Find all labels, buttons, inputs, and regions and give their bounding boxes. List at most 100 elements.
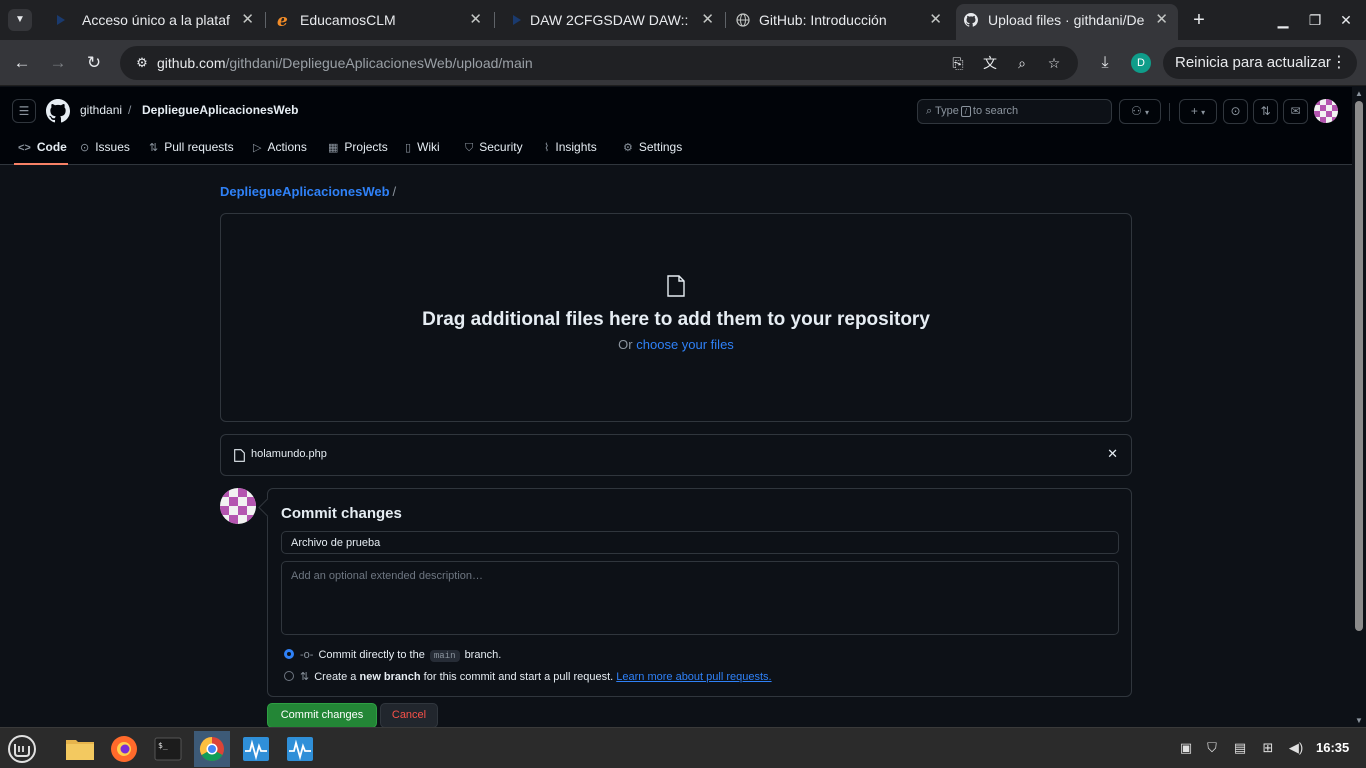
- gear-icon: ⚙: [623, 142, 633, 154]
- profile-avatar[interactable]: D: [1131, 53, 1151, 73]
- learn-more-link[interactable]: Learn more about pull requests.: [616, 671, 771, 683]
- search-input[interactable]: ⌕ Type / to search: [917, 99, 1112, 124]
- remove-file-icon[interactable]: ✕: [1107, 446, 1118, 462]
- tab-issues[interactable]: ⊙ Issues: [80, 135, 130, 165]
- copilot-button[interactable]: ⚇ ▾: [1119, 99, 1161, 124]
- close-icon[interactable]: ✕: [701, 4, 714, 36]
- inbox-icon[interactable]: ✉: [1283, 99, 1308, 124]
- zoom-icon[interactable]: ⌕: [1013, 54, 1031, 72]
- divider: [1169, 103, 1170, 121]
- tab-pull-requests[interactable]: ⇅ Pull requests: [149, 135, 234, 165]
- commit-direct-option[interactable]: -o- Commit directly to the main branch.: [284, 649, 502, 662]
- close-icon[interactable]: ✕: [929, 4, 942, 36]
- choose-files-link[interactable]: choose your files: [636, 337, 734, 352]
- commit-title: Commit changes: [281, 505, 402, 522]
- close-icon[interactable]: ✕: [1155, 4, 1168, 36]
- terminal-icon[interactable]: $_: [150, 731, 186, 767]
- scroll-thumb[interactable]: [1355, 101, 1363, 631]
- globe-icon: [736, 13, 750, 27]
- option-text: Commit directly to the: [318, 649, 425, 661]
- network-icon[interactable]: ⊞: [1260, 740, 1276, 756]
- browser-tab-2[interactable]: e EducamosCLM ✕: [266, 4, 492, 36]
- browser-tab-5[interactable]: Upload files · githdani/DepliegueAplicac…: [956, 4, 1178, 40]
- page-scrollbar[interactable]: ▲ ▼: [1352, 87, 1366, 727]
- tab-search-button[interactable]: ▼: [8, 9, 32, 31]
- radio-unselected[interactable]: [284, 671, 294, 682]
- close-icon[interactable]: ✕: [241, 4, 254, 36]
- user-avatar[interactable]: [1314, 99, 1338, 123]
- chrome-icon[interactable]: [194, 731, 230, 767]
- drop-zone-title: Drag additional files here to add them t…: [422, 309, 930, 330]
- issue-icon: ⊙: [80, 142, 90, 154]
- volume-icon[interactable]: ◀): [1288, 740, 1304, 756]
- notes-icon[interactable]: ▤: [1232, 740, 1248, 756]
- graph-icon: ⌇: [544, 142, 550, 154]
- tab-security[interactable]: ⛉ Security: [465, 135, 523, 165]
- back-arrow-icon[interactable]: ←: [9, 50, 35, 76]
- firefox-icon[interactable]: [106, 731, 142, 767]
- more-menu-icon[interactable]: ⋮: [1331, 47, 1347, 79]
- tab-label: Security: [479, 140, 523, 154]
- breadcrumb-repo-link[interactable]: DepliegueAplicacionesWeb: [220, 184, 390, 199]
- tab-title: GitHub: Introducción: [759, 12, 887, 28]
- tab-projects[interactable]: ▦ Projects: [328, 135, 388, 165]
- translate-icon[interactable]: 文: [981, 54, 999, 72]
- reload-icon[interactable]: ↻: [81, 50, 107, 76]
- create-new-button[interactable]: + ▾: [1179, 99, 1217, 124]
- new-branch-option[interactable]: ⇅ Create a new branch for this commit and…: [284, 670, 772, 683]
- svg-text:e: e: [277, 11, 288, 29]
- bookmark-star-icon[interactable]: ☆: [1045, 54, 1063, 72]
- tab-code[interactable]: <> Code: [14, 135, 68, 165]
- pull-requests-icon[interactable]: ⇅: [1253, 99, 1278, 124]
- hamburger-menu-icon[interactable]: ☰: [12, 99, 36, 123]
- address-bar[interactable]: ⚙ github.com/githdani/DepliegueAplicacio…: [120, 46, 1078, 80]
- github-logo-icon[interactable]: [46, 99, 70, 123]
- minimize-icon[interactable]: ▁: [1271, 8, 1295, 32]
- repo-link[interactable]: DepliegueAplicacionesWeb: [142, 103, 299, 117]
- commit-changes-button[interactable]: Commit changes: [267, 703, 377, 728]
- tab-label: Pull requests: [164, 140, 234, 154]
- browser-tab-3[interactable]: DAW 2CFGSDAW DAW:: GitHub ✕: [496, 4, 724, 36]
- table-icon: ▦: [328, 142, 339, 154]
- tab-title: Upload files · githdani/DepliegueAplicac…: [988, 12, 1144, 28]
- chevron-down-icon: ▾: [1145, 108, 1150, 117]
- search-icon: ⌕: [926, 105, 933, 117]
- search-placeholder: to search: [972, 105, 1019, 117]
- close-icon[interactable]: ✕: [469, 4, 482, 36]
- site-info-icon[interactable]: ⚙: [134, 55, 150, 71]
- system-monitor-icon[interactable]: [238, 731, 274, 767]
- new-tab-button[interactable]: +: [1186, 8, 1212, 32]
- radio-selected[interactable]: [284, 649, 294, 660]
- download-icon[interactable]: ⤓: [1093, 50, 1117, 76]
- forward-arrow-icon[interactable]: →: [45, 50, 71, 76]
- file-manager-icon[interactable]: [62, 731, 98, 767]
- tab-insights[interactable]: ⌇ Insights: [544, 135, 597, 165]
- url-text[interactable]: github.com/githdani/DepliegueAplicacione…: [157, 46, 533, 80]
- tab-actions[interactable]: ▷ Actions: [253, 135, 307, 165]
- restart-to-update-button[interactable]: Reinicia para actualizar ⋮: [1163, 47, 1357, 79]
- cancel-button[interactable]: Cancel: [380, 703, 438, 728]
- commit-description-field[interactable]: [281, 561, 1119, 635]
- owner-link[interactable]: githdani: [80, 103, 122, 117]
- scroll-up-icon[interactable]: ▲: [1355, 89, 1363, 98]
- option-text: branch.: [464, 649, 502, 661]
- browser-tab-1[interactable]: Acceso único a la plataforma ✕: [40, 4, 264, 36]
- install-app-icon[interactable]: ⎘: [949, 54, 967, 72]
- browser-tab-4[interactable]: GitHub: Introducción ✕: [726, 4, 952, 36]
- tab-label: Code: [36, 140, 67, 154]
- clipboard-icon[interactable]: ▣: [1178, 740, 1194, 756]
- search-shortcut-key: /: [960, 105, 971, 117]
- window-close-icon[interactable]: ✕: [1334, 8, 1358, 32]
- os-taskbar: $_ ▣ ⛉ ▤ ⊞ ◀) 16:35: [0, 727, 1366, 768]
- system-monitor-icon-2[interactable]: [282, 731, 318, 767]
- clock[interactable]: 16:35: [1316, 740, 1349, 755]
- maximize-icon[interactable]: ❐: [1303, 8, 1327, 32]
- commit-summary-input[interactable]: [281, 531, 1119, 554]
- tab-wiki[interactable]: ▯ Wiki: [405, 135, 440, 165]
- shield-tray-icon[interactable]: ⛉: [1204, 740, 1220, 756]
- tab-settings[interactable]: ⚙ Settings: [623, 135, 682, 165]
- issues-icon[interactable]: ⊙: [1223, 99, 1248, 124]
- file-drop-zone[interactable]: Drag additional files here to add them t…: [220, 213, 1132, 422]
- scroll-down-icon[interactable]: ▼: [1355, 716, 1363, 725]
- mint-menu-icon[interactable]: [4, 731, 40, 767]
